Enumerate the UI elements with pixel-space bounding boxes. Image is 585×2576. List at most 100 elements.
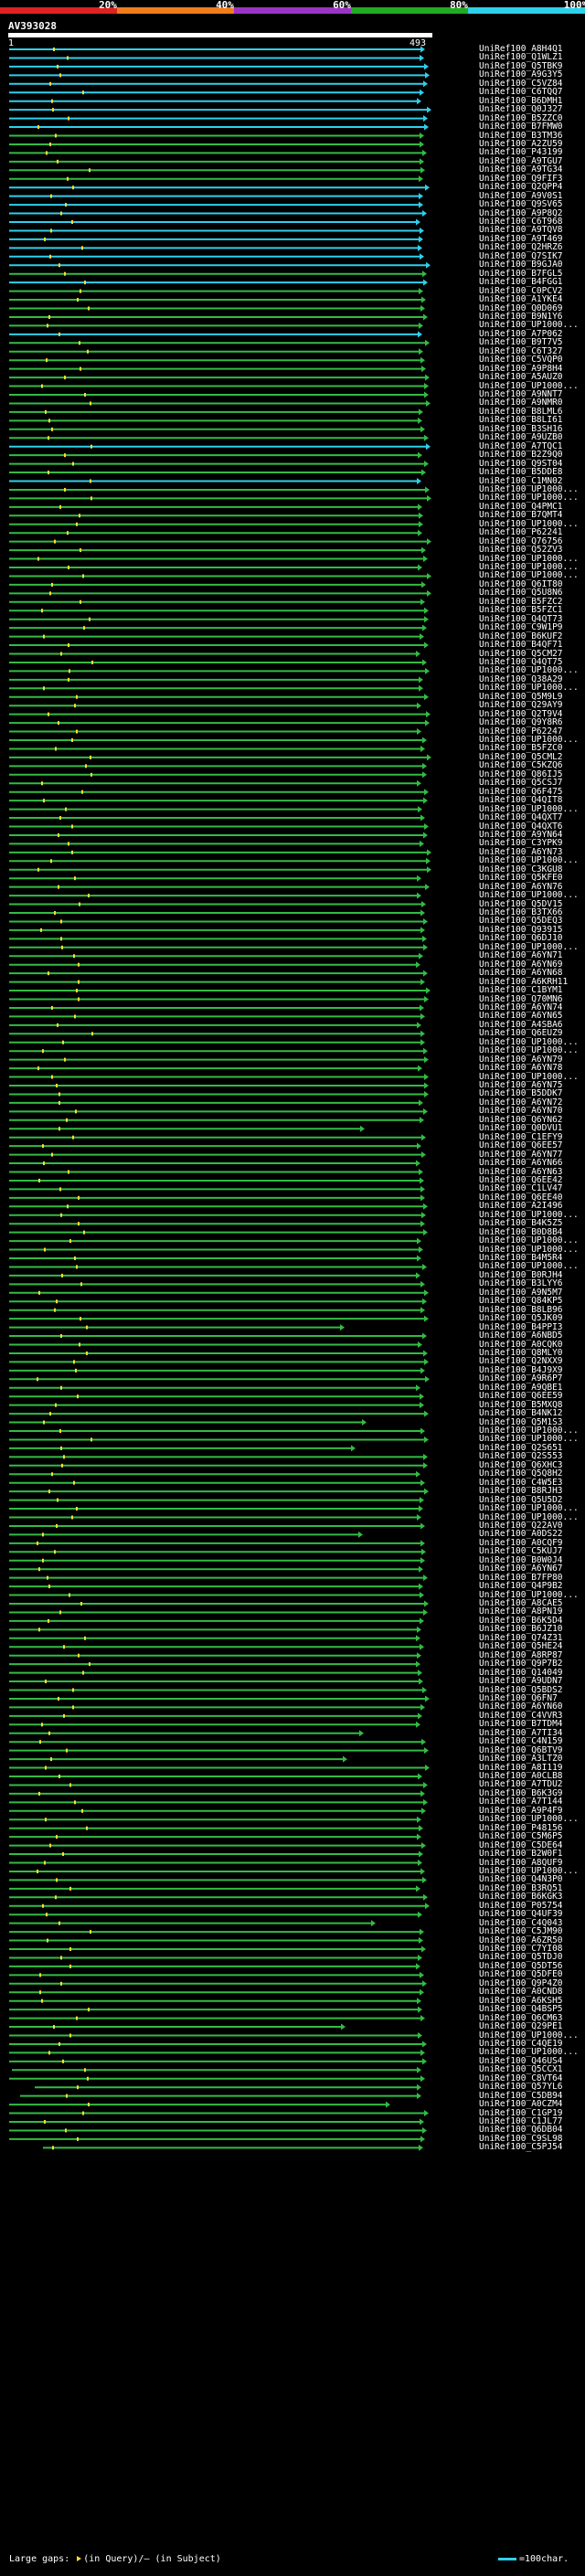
query-gap-marker — [47, 323, 48, 328]
hit-end-arrow-icon — [424, 1436, 429, 1443]
hit-end-arrow-icon — [420, 305, 425, 312]
query-gap-marker — [58, 1775, 60, 1778]
hit-end-arrow-icon — [416, 1160, 420, 1167]
hit-end-arrow-icon — [423, 556, 428, 563]
query-gap-marker — [48, 436, 49, 440]
query-gap-marker — [60, 919, 62, 924]
query-gap-marker — [90, 1930, 91, 1935]
hit-end-arrow-icon — [423, 313, 428, 321]
query-gap-marker — [41, 609, 43, 613]
hit-end-arrow-icon — [417, 98, 421, 105]
hit-end-arrow-icon — [417, 875, 421, 882]
query-gap-marker — [79, 514, 80, 518]
hit-end-arrow-icon — [427, 754, 431, 761]
hit-end-arrow-icon — [419, 1505, 423, 1512]
query-gap-marker — [77, 2136, 79, 2141]
hit-end-arrow-icon — [424, 641, 429, 649]
query-gap-marker — [81, 790, 83, 794]
query-gap-marker — [51, 427, 53, 431]
query-gap-marker — [78, 997, 80, 1002]
hit-end-arrow-icon — [419, 952, 423, 959]
hit-end-arrow-icon — [423, 1608, 428, 1616]
hit-end-arrow-icon — [420, 979, 425, 986]
query-gap-marker — [58, 1100, 60, 1105]
hit-end-arrow-icon — [423, 1798, 428, 1806]
query-gap-marker — [84, 393, 86, 397]
query-gap-marker — [68, 116, 69, 121]
query-gap-marker — [46, 151, 48, 155]
hit-end-arrow-icon — [421, 296, 426, 303]
query-gap-marker — [60, 1446, 62, 1450]
hit-end-arrow-icon — [421, 366, 426, 373]
query-gap-marker — [57, 1023, 58, 1027]
query-gap-marker — [90, 401, 91, 406]
query-gap-marker — [80, 599, 81, 604]
hit-end-arrow-icon — [425, 1375, 430, 1383]
query-gap-marker — [49, 142, 51, 146]
query-gap-marker — [56, 1523, 58, 1528]
hit-end-arrow-icon — [420, 1988, 424, 1996]
hit-label-link[interactable]: UniRef100_C5PJ54 — [479, 2143, 563, 2152]
hit-end-arrow-icon — [419, 1099, 423, 1107]
query-gap-marker — [67, 1204, 69, 1209]
query-gap-marker — [41, 781, 43, 786]
query-gap-marker — [59, 504, 61, 509]
hit-end-arrow-icon — [422, 1332, 427, 1340]
hit-end-arrow-icon — [416, 961, 420, 969]
hit-end-arrow-icon — [417, 702, 421, 709]
query-gap-marker — [56, 1878, 58, 1882]
query-gap-marker — [77, 298, 79, 302]
query-gap-marker — [76, 729, 78, 734]
hit-end-arrow-icon — [424, 383, 429, 390]
hit-end-arrow-icon — [421, 1212, 426, 1219]
query-gap-marker — [80, 548, 81, 553]
hit-end-arrow-icon — [416, 218, 420, 226]
hit-end-arrow-icon — [419, 236, 423, 243]
hit-end-arrow-icon — [418, 417, 422, 424]
query-gap-marker — [37, 867, 39, 872]
hit-end-arrow-icon — [419, 348, 423, 355]
query-gap-marker — [56, 1299, 58, 1304]
hit-end-arrow-icon — [420, 2015, 425, 2022]
query-gap-marker — [69, 2033, 71, 2038]
scale-legend: =100char. — [498, 2554, 569, 2564]
query-gap-marker — [80, 1317, 81, 1321]
hit-end-arrow-icon — [417, 1652, 421, 1659]
query-gap-marker — [65, 203, 67, 207]
hit-end-arrow-icon — [423, 1781, 428, 1788]
query-gap-marker — [54, 1550, 56, 1554]
query-gap-marker — [49, 81, 51, 86]
hit-end-arrow-icon — [423, 279, 428, 286]
hit-end-arrow-icon — [420, 2118, 424, 2125]
query-gap-marker — [48, 314, 50, 319]
hit-end-arrow-icon — [419, 684, 423, 692]
hit-end-arrow-icon — [419, 1937, 423, 1945]
query-gap-marker — [37, 1066, 39, 1071]
hit-end-arrow-icon — [424, 1090, 429, 1097]
legend-in-query: (in Query) — [83, 2554, 139, 2564]
hit-end-arrow-icon — [424, 789, 429, 796]
query-gap-marker — [71, 1515, 73, 1520]
query-gap-marker — [69, 1593, 70, 1597]
hit-end-arrow-icon — [420, 1367, 425, 1374]
query-gap-marker — [59, 1187, 61, 1192]
hit-end-arrow-icon — [419, 408, 423, 416]
hit-end-arrow-icon — [418, 529, 422, 536]
query-gap-marker — [81, 1808, 83, 1813]
hit-end-arrow-icon — [425, 719, 430, 726]
query-gap-marker — [74, 1800, 76, 1805]
query-gap-marker — [68, 1170, 69, 1174]
hit-end-arrow-icon — [420, 1030, 425, 1037]
query-gap-marker — [69, 1964, 71, 1968]
hit-end-arrow-icon — [419, 1825, 423, 1832]
query-gap-marker — [48, 1585, 50, 1589]
query-gap-marker — [71, 850, 73, 854]
query-gap-marker — [60, 1385, 62, 1390]
hit-end-arrow-icon — [416, 651, 420, 657]
query-gap-marker — [68, 842, 69, 846]
query-gap-marker — [78, 1653, 80, 1658]
query-gap-marker — [42, 1903, 44, 1908]
hit-end-arrow-icon — [417, 2066, 421, 2073]
query-gap-marker — [72, 461, 74, 466]
hit-end-arrow-icon — [418, 504, 422, 511]
